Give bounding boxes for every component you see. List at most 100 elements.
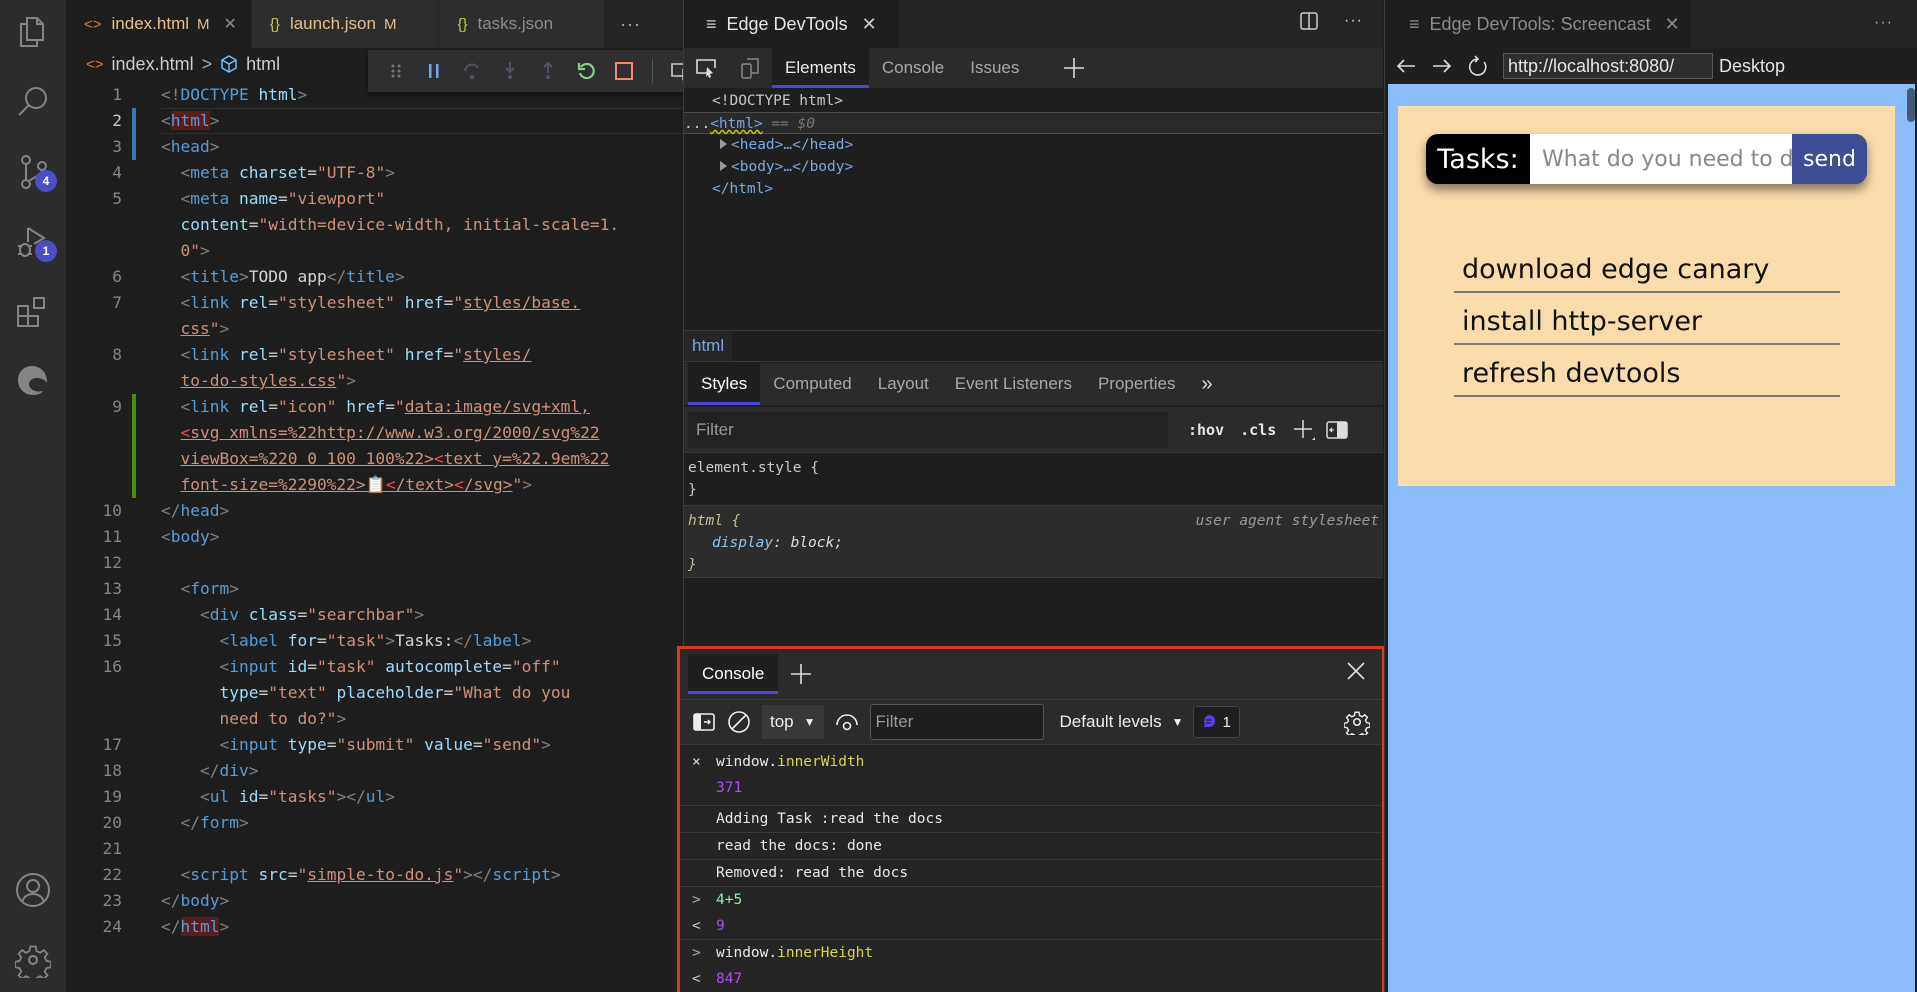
hover-state-toggle[interactable]: :hov xyxy=(1188,421,1224,439)
rule-declaration[interactable]: display: block; xyxy=(688,532,1379,554)
console-input[interactable]: > window.innerHeight xyxy=(680,940,1382,966)
task-item[interactable]: refresh devtools xyxy=(1454,345,1840,397)
step-over-button[interactable] xyxy=(458,57,486,85)
forward-arrow-icon[interactable] xyxy=(1431,57,1453,75)
edge-devtools-button[interactable] xyxy=(13,360,53,400)
reload-icon[interactable] xyxy=(1467,55,1489,77)
more-actions-icon[interactable]: ··· xyxy=(1874,14,1893,32)
line-number: 4 xyxy=(112,163,122,182)
more-tabs-icon[interactable]: » xyxy=(1188,363,1225,405)
breadcrumb-file[interactable]: index.html xyxy=(112,54,194,75)
tab-launch-json[interactable]: {} launch.json M xyxy=(251,0,440,48)
dom-node-head[interactable]: <head>…</head> xyxy=(684,134,1383,156)
step-out-button[interactable] xyxy=(534,57,562,85)
edge-icon xyxy=(18,366,47,395)
task-input[interactable]: What do you need to do xyxy=(1530,134,1792,184)
tab-console[interactable]: Console xyxy=(869,48,957,88)
run-debug-button[interactable]: 1 xyxy=(13,222,57,262)
show-sidebar-icon[interactable] xyxy=(692,711,716,733)
stop-button[interactable] xyxy=(610,57,638,85)
more-actions-icon[interactable]: ··· xyxy=(1344,12,1363,30)
send-button[interactable]: send xyxy=(1792,134,1867,184)
close-icon[interactable]: ✕ xyxy=(862,14,877,35)
pause-button[interactable] xyxy=(420,57,448,85)
toggle-sidebar-icon[interactable] xyxy=(1326,420,1348,440)
url-input[interactable]: http://localhost:8080/ xyxy=(1503,53,1713,79)
styles-filter-input[interactable]: Filter xyxy=(688,411,1168,448)
new-style-rule-icon[interactable] xyxy=(1292,418,1316,442)
rule-close: } xyxy=(688,557,697,573)
expand-triangle-icon[interactable] xyxy=(720,161,727,171)
tab-event-listeners[interactable]: Event Listeners xyxy=(942,363,1085,405)
split-editor-icon[interactable] xyxy=(1300,12,1318,30)
line-number: 19 xyxy=(102,787,123,806)
tab-edge-devtools[interactable]: ≡ Edge DevTools ✕ xyxy=(684,0,899,48)
task-item[interactable]: download edge canary xyxy=(1454,241,1840,293)
extensions-button[interactable] xyxy=(13,292,53,332)
dom-node-html-close[interactable]: </html> xyxy=(684,178,1383,200)
remove-expression-icon[interactable]: × xyxy=(692,749,701,775)
html-ua-rule[interactable]: html { user agent stylesheet display: bl… xyxy=(684,506,1383,578)
html-file-icon: <> xyxy=(84,15,102,33)
tab-layout[interactable]: Layout xyxy=(865,363,942,405)
console-live-expression[interactable]: × window.innerWidth xyxy=(680,745,1382,775)
add-drawer-tab-icon[interactable] xyxy=(790,663,812,685)
close-icon[interactable]: ✕ xyxy=(224,14,237,34)
step-into-button[interactable] xyxy=(496,57,524,85)
breadcrumb-element[interactable]: html xyxy=(246,54,280,75)
live-expression-eye-icon[interactable] xyxy=(834,711,860,733)
console-input[interactable]: >4+5 xyxy=(680,887,1382,913)
line-number: 17 xyxy=(102,735,123,754)
console-result[interactable]: <847 xyxy=(680,966,1382,992)
close-icon[interactable]: ✕ xyxy=(1665,14,1680,35)
dom-node-doctype[interactable]: <!DOCTYPE html> xyxy=(684,90,1383,112)
search-button[interactable] xyxy=(13,82,53,122)
viewport-scrollbar[interactable] xyxy=(1907,88,1915,122)
source-control-button[interactable]: 4 xyxy=(13,152,57,192)
console-result[interactable]: <9 xyxy=(680,913,1382,940)
restart-button[interactable] xyxy=(572,57,600,85)
console-log-message[interactable]: Adding Task :read the docs xyxy=(680,806,1382,833)
add-panel-button[interactable] xyxy=(1052,48,1096,88)
code-editor[interactable]: 1 <!DOCTYPE html> 2 <html> 3 <head> 4 <meta… xyxy=(66,82,683,940)
close-icon[interactable] xyxy=(1346,661,1366,681)
dom-node-body[interactable]: <body>…</body> xyxy=(684,156,1383,178)
more-actions-icon[interactable]: ··· xyxy=(605,0,655,48)
tab-computed[interactable]: Computed xyxy=(760,363,864,405)
explorer-button[interactable] xyxy=(13,12,53,52)
style-rules: element.style { } html { user agent styl… xyxy=(684,454,1383,578)
log-levels-dropdown[interactable]: Default levels ▼ xyxy=(1060,712,1184,732)
tab-index-html[interactable]: <> index.html M ✕ xyxy=(66,0,252,48)
tab-properties[interactable]: Properties xyxy=(1085,363,1188,405)
inspect-element-button[interactable] xyxy=(684,48,728,88)
accounts-button[interactable] xyxy=(13,870,53,910)
clear-console-icon[interactable] xyxy=(726,709,752,735)
device-selector[interactable]: Desktop xyxy=(1719,56,1785,77)
context-selector[interactable]: top ▼ xyxy=(762,705,824,739)
manage-button[interactable] xyxy=(13,940,53,980)
html-file-icon: <> xyxy=(86,55,104,73)
screencast-viewport[interactable]: Tasks: What do you need to do send downl… xyxy=(1388,84,1915,992)
tab-issues[interactable]: Issues xyxy=(957,48,1032,88)
class-toggle[interactable]: .cls xyxy=(1240,421,1276,439)
dom-node-html-selected[interactable]: ...<html> == $0 xyxy=(684,112,1383,134)
task-item[interactable]: install http-server xyxy=(1454,293,1840,345)
console-filter-input[interactable]: Filter xyxy=(869,704,1044,740)
back-arrow-icon[interactable] xyxy=(1395,57,1417,75)
breadcrumb-html[interactable]: html xyxy=(684,331,733,361)
tab-elements[interactable]: Elements xyxy=(772,48,869,88)
debug-drag-handle[interactable] xyxy=(382,57,410,85)
tab-label: index.html xyxy=(111,14,190,33)
element-style-rule[interactable]: element.style { } xyxy=(684,454,1383,506)
tab-tasks-json[interactable]: {} tasks.json xyxy=(439,0,606,48)
devtools-toolbar: Elements Console Issues xyxy=(684,48,1383,88)
tab-screencast[interactable]: ≡ Edge DevTools: Screencast ✕ xyxy=(1385,0,1690,48)
console-log-message[interactable]: read the docs: done xyxy=(680,833,1382,860)
console-log-message[interactable]: Removed: read the docs xyxy=(680,860,1382,887)
device-emulation-button[interactable] xyxy=(728,48,772,88)
tab-styles[interactable]: Styles xyxy=(688,363,761,405)
tab-console-drawer[interactable]: Console xyxy=(688,654,779,694)
console-settings-gear-icon[interactable] xyxy=(1344,709,1370,735)
issues-counter[interactable]: 1 xyxy=(1193,706,1240,738)
expand-triangle-icon[interactable] xyxy=(720,139,727,149)
